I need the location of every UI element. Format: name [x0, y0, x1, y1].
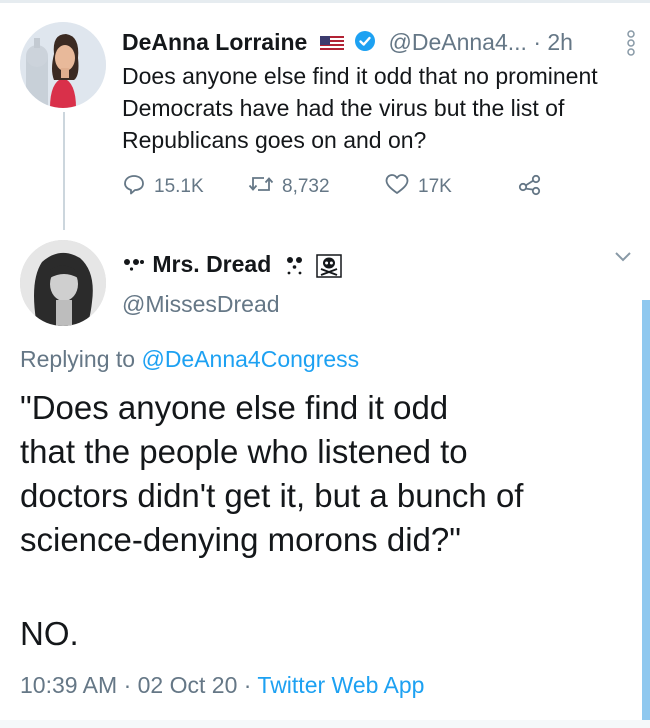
top-divider [0, 0, 650, 3]
meta-separator: · [243, 672, 252, 698]
us-flag-icon [319, 26, 344, 62]
reply-button[interactable]: 15.1K [122, 170, 204, 204]
avatar-deanna[interactable] [20, 22, 106, 108]
replying-prefix: Replying to [20, 346, 136, 372]
tweet2-author-name[interactable]: Mrs. Dread [152, 251, 271, 277]
meta-separator: · [123, 672, 132, 698]
tweet2-client-link[interactable]: Twitter Web App [257, 672, 424, 698]
tweet2-name-row: Mrs. Dread [122, 248, 342, 280]
replying-to: Replying to @DeAnna4Congress [20, 342, 359, 376]
ghost-icon [122, 251, 152, 277]
thread-connector [63, 112, 65, 230]
retweet-icon [248, 172, 274, 202]
tweet1-author-name[interactable]: DeAnna Lorraine [122, 29, 307, 55]
bottom-divider [0, 720, 650, 728]
retweet-button[interactable]: 8,732 [248, 170, 330, 204]
tweet1-time[interactable]: 2h [547, 29, 573, 55]
scroll-indicator[interactable] [642, 300, 650, 728]
tweet1-text: Does anyone else find it odd that no pro… [122, 63, 598, 153]
tweet2-line: "Does anyone else find it odd [20, 389, 449, 426]
tweet2-date[interactable]: 02 Oct 20 [138, 672, 238, 698]
tweet2-time[interactable]: 10:39 AM [20, 672, 117, 698]
tweet2-line: science-denying morons did?" [20, 521, 461, 558]
tweet1-handle[interactable]: @DeAnna4... [389, 29, 527, 55]
retweet-count: 8,732 [282, 176, 330, 197]
reply-icon [122, 172, 146, 202]
skull-crossbones-icon [312, 251, 342, 278]
chevron-down-icon[interactable] [614, 250, 632, 268]
reply-count: 15.1K [154, 176, 204, 197]
replying-handle-link[interactable]: @DeAnna4Congress [141, 346, 359, 372]
share-button[interactable] [517, 170, 543, 204]
avatar-mrs-dread[interactable] [20, 240, 106, 326]
tweet2-text: "Does anyone else find it odd that the p… [20, 386, 630, 562]
tweet1-separator: · [533, 29, 541, 55]
tweet2-line: that the people who listened to [20, 433, 468, 470]
like-count: 17K [418, 176, 452, 197]
like-icon [384, 172, 410, 202]
tweet1-actions: 15.1K 8,732 17K [122, 170, 562, 204]
verified-badge-icon [354, 26, 376, 62]
tweet1-header: DeAnna Lorraine @DeAnna4... · 2h [122, 24, 642, 60]
tweet2-final-text: NO. [20, 615, 79, 652]
tweet2-handle[interactable]: @MissesDread [122, 288, 280, 320]
like-button[interactable]: 17K [384, 170, 452, 204]
tweet2-meta: 10:39 AM · 02 Oct 20 · Twitter Web App [20, 668, 424, 702]
ghost-icon [278, 251, 312, 277]
tweet2-line: doctors didn't get it, but a bunch of [20, 477, 524, 514]
share-icon [517, 172, 543, 202]
more-icon[interactable] [626, 30, 636, 61]
